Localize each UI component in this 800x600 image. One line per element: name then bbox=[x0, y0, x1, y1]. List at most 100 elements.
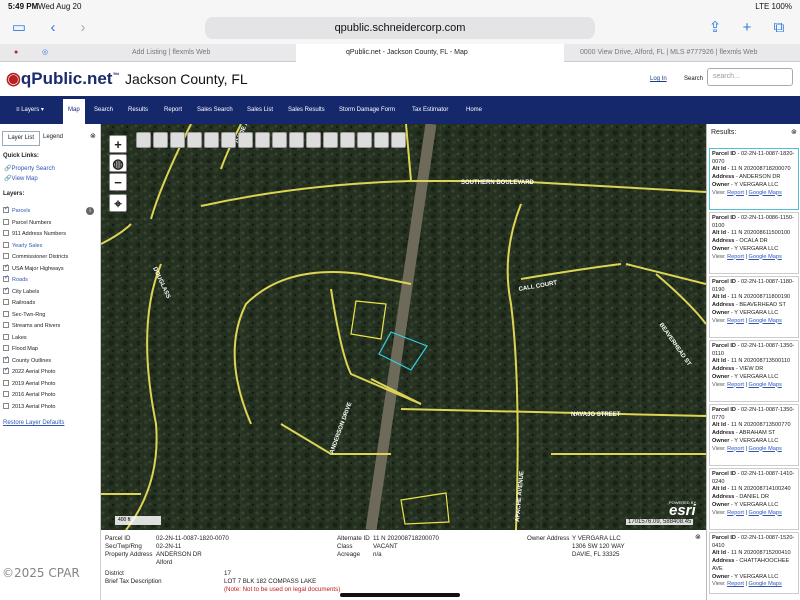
nav-report[interactable]: Report bbox=[164, 96, 182, 124]
layer-item[interactable]: Yearly Sales bbox=[3, 241, 42, 251]
layers-tool-icon[interactable] bbox=[374, 132, 389, 148]
edit-icon[interactable] bbox=[323, 132, 338, 148]
tab-layer-list[interactable]: Layer List bbox=[2, 131, 40, 146]
globe-icon[interactable]: ◍ bbox=[109, 154, 127, 172]
label-icon[interactable] bbox=[255, 132, 270, 148]
print-icon[interactable] bbox=[221, 132, 236, 148]
layer-item[interactable]: 2019 Aerial Photo bbox=[3, 379, 55, 389]
nav-home[interactable]: Home bbox=[466, 96, 482, 124]
result-card[interactable]: Parcel ID - 02-2N-11-0087-1350-0770 Alt I… bbox=[709, 404, 799, 466]
draw-icon[interactable] bbox=[204, 132, 219, 148]
result-card[interactable]: Parcel ID - 02-2N-11-0087-1520-0410 Alt I… bbox=[709, 532, 799, 594]
export-icon[interactable] bbox=[272, 132, 287, 148]
layer-item[interactable]: 2016 Aerial Photo bbox=[3, 391, 55, 400]
layer-item[interactable]: 911 Address Numbers bbox=[3, 230, 66, 239]
select-tool-icon[interactable] bbox=[153, 132, 168, 148]
layer-checkbox[interactable] bbox=[3, 333, 9, 340]
google-maps-link[interactable]: Google Maps bbox=[749, 190, 782, 196]
google-maps-link[interactable]: Google Maps bbox=[749, 382, 782, 388]
back-icon[interactable]: ‹ bbox=[44, 19, 62, 37]
nav-tax-estimator[interactable]: Tax Estimator bbox=[412, 96, 448, 124]
info-icon[interactable]: i bbox=[86, 207, 94, 215]
search-input[interactable]: search... bbox=[707, 68, 793, 86]
google-maps-link[interactable]: Google Maps bbox=[749, 318, 782, 324]
layer-checkbox[interactable] bbox=[3, 274, 9, 283]
layer-checkbox[interactable] bbox=[3, 366, 9, 375]
map-aerial[interactable]: SOUTHERN BOULEVARD BEAVERHEAD ST NAVAJO … bbox=[101, 124, 706, 530]
report-link[interactable]: Report bbox=[727, 446, 744, 452]
layer-checkbox[interactable] bbox=[3, 218, 9, 225]
layer-item[interactable]: Parcel Numbers bbox=[3, 218, 51, 228]
layer-checkbox[interactable] bbox=[3, 263, 9, 272]
grid-icon[interactable] bbox=[340, 132, 355, 148]
tab-mls-listing[interactable]: 0000 View Drive, Alford, FL | MLS #77792… bbox=[566, 44, 800, 62]
result-card[interactable]: Parcel ID - 02-2N-11-0087-1180-0190 Alt I… bbox=[709, 276, 799, 338]
report-link[interactable]: Report bbox=[727, 510, 744, 516]
report-link[interactable]: Report bbox=[727, 581, 744, 587]
layer-item[interactable]: Lakes bbox=[3, 333, 27, 343]
quick-link-view-map[interactable]: 🔗View Map bbox=[4, 175, 38, 182]
nav-results[interactable]: Results bbox=[128, 96, 148, 124]
identify-icon[interactable] bbox=[136, 132, 151, 148]
qpublic-logo[interactable]: ◉qPublic.net™ bbox=[6, 69, 119, 89]
layer-item[interactable]: Streams and Rivers bbox=[3, 322, 60, 331]
google-maps-link[interactable]: Google Maps bbox=[749, 581, 782, 587]
layer-item[interactable]: Railroads bbox=[3, 299, 35, 308]
measure-icon[interactable] bbox=[170, 132, 185, 148]
home-indicator[interactable] bbox=[340, 593, 460, 597]
tab-add-listing[interactable]: Add Listing | flexmls Web bbox=[118, 44, 294, 62]
login-link[interactable]: Log In bbox=[650, 76, 667, 82]
layer-checkbox[interactable] bbox=[3, 322, 9, 328]
nav-layers[interactable]: ≡ Layers ▾ bbox=[16, 96, 44, 124]
search-map-icon[interactable] bbox=[306, 132, 321, 148]
tab-pinned-2[interactable]: ◎ bbox=[28, 44, 48, 62]
close-icon[interactable]: ⊗ bbox=[791, 128, 797, 136]
layer-checkbox[interactable] bbox=[3, 355, 9, 364]
layer-checkbox[interactable] bbox=[3, 345, 9, 351]
zoom-in-button[interactable]: + bbox=[109, 135, 127, 153]
buffer-icon[interactable] bbox=[187, 132, 202, 148]
map-canvas[interactable]: SOUTHERN BOULEVARD BEAVERHEAD ST NAVAJO … bbox=[101, 124, 706, 530]
layer-checkbox[interactable] bbox=[3, 205, 9, 214]
quick-link-property-search[interactable]: 🔗Property Search bbox=[4, 165, 55, 172]
result-card[interactable]: Parcel ID - 02-2N-11-0087-1350-0110 Alt I… bbox=[709, 340, 799, 402]
sidebar-icon[interactable]: ▭ bbox=[10, 19, 28, 37]
nav-sales-search[interactable]: Sales Search bbox=[197, 96, 233, 124]
share-icon[interactable]: ⇪ bbox=[706, 19, 724, 37]
sketch-icon[interactable] bbox=[289, 132, 304, 148]
result-card[interactable]: Parcel ID - 02-2N-11-0087-1820-0070 Alt I… bbox=[709, 148, 799, 210]
tab-qpublic-map[interactable]: qPublic.net - Jackson County, FL - Map bbox=[296, 44, 564, 62]
layer-checkbox[interactable] bbox=[3, 391, 9, 397]
report-link[interactable]: Report bbox=[727, 382, 744, 388]
restore-layer-defaults-link[interactable]: Restore Layer Defaults bbox=[3, 420, 64, 426]
nav-search[interactable]: Search bbox=[94, 96, 113, 124]
nav-sales-results[interactable]: Sales Results bbox=[288, 96, 325, 124]
layer-checkbox[interactable] bbox=[3, 379, 9, 386]
nav-sales-list[interactable]: Sales List bbox=[247, 96, 273, 124]
layer-item[interactable]: Roads bbox=[3, 274, 28, 285]
report-link[interactable]: Report bbox=[727, 318, 744, 324]
report-link[interactable]: Report bbox=[727, 190, 744, 196]
close-icon[interactable]: ⊗ bbox=[90, 132, 96, 140]
new-tab-icon[interactable]: + bbox=[738, 19, 756, 37]
layer-checkbox[interactable] bbox=[3, 253, 9, 259]
result-card[interactable]: Parcel ID - 02-2N-11-0087-1410-0240 Alt I… bbox=[709, 468, 799, 530]
close-icon[interactable]: ⊗ bbox=[695, 533, 701, 541]
result-card[interactable]: Parcel ID - 02-2N-11-0086-1150-0100 Alt I… bbox=[709, 212, 799, 274]
google-maps-link[interactable]: Google Maps bbox=[749, 510, 782, 516]
layer-checkbox[interactable] bbox=[3, 230, 9, 236]
layer-checkbox[interactable] bbox=[3, 286, 9, 295]
layer-item[interactable]: Parcels bbox=[3, 205, 30, 216]
layer-checkbox[interactable] bbox=[3, 299, 9, 305]
layer-item[interactable]: Flood Map bbox=[3, 345, 38, 354]
layer-item[interactable]: Sec-Twn-Rng bbox=[3, 310, 45, 320]
layer-item[interactable]: 2013 Aerial Photo bbox=[3, 402, 55, 412]
tabs-overview-icon[interactable]: ⧉ bbox=[770, 19, 788, 37]
layer-checkbox[interactable] bbox=[3, 241, 9, 248]
layer-checkbox[interactable] bbox=[3, 402, 9, 409]
layer-item[interactable]: County Outlines bbox=[3, 355, 51, 366]
tab-legend[interactable]: Legend bbox=[43, 134, 63, 140]
forward-icon[interactable]: › bbox=[74, 19, 92, 37]
report-link[interactable]: Report bbox=[727, 254, 744, 260]
layer-item[interactable]: USA Major Highways bbox=[3, 263, 64, 274]
